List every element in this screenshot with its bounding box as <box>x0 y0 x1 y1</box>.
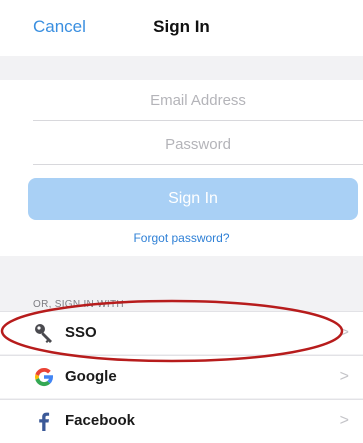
navigation-bar: Cancel Sign In <box>0 0 363 56</box>
sso-label: SSO <box>65 324 97 341</box>
facebook-row[interactable]: Facebook > <box>0 399 363 443</box>
key-icon <box>35 324 52 343</box>
top-spacer <box>0 56 363 80</box>
chevron-right-icon: > <box>339 324 349 341</box>
email-field[interactable]: Email Address <box>33 82 363 121</box>
google-icon <box>34 367 54 387</box>
forgot-password-link[interactable]: Forgot password? <box>0 230 363 246</box>
page-title: Sign In <box>153 17 210 36</box>
chevron-right-icon: > <box>339 368 349 385</box>
sign-in-button[interactable]: Sign In <box>28 178 358 220</box>
sign-in-screen: Cancel Sign In Email Address Password Si… <box>0 0 363 443</box>
google-row[interactable]: Google > <box>0 355 363 398</box>
google-label: Google <box>65 368 117 385</box>
password-field[interactable]: Password <box>33 126 363 165</box>
social-section-label: OR, SIGN IN WITH <box>33 299 124 310</box>
facebook-icon <box>39 412 50 431</box>
chevron-right-icon: > <box>339 412 349 429</box>
facebook-label: Facebook <box>65 412 136 429</box>
sso-row[interactable]: SSO > <box>0 311 363 354</box>
